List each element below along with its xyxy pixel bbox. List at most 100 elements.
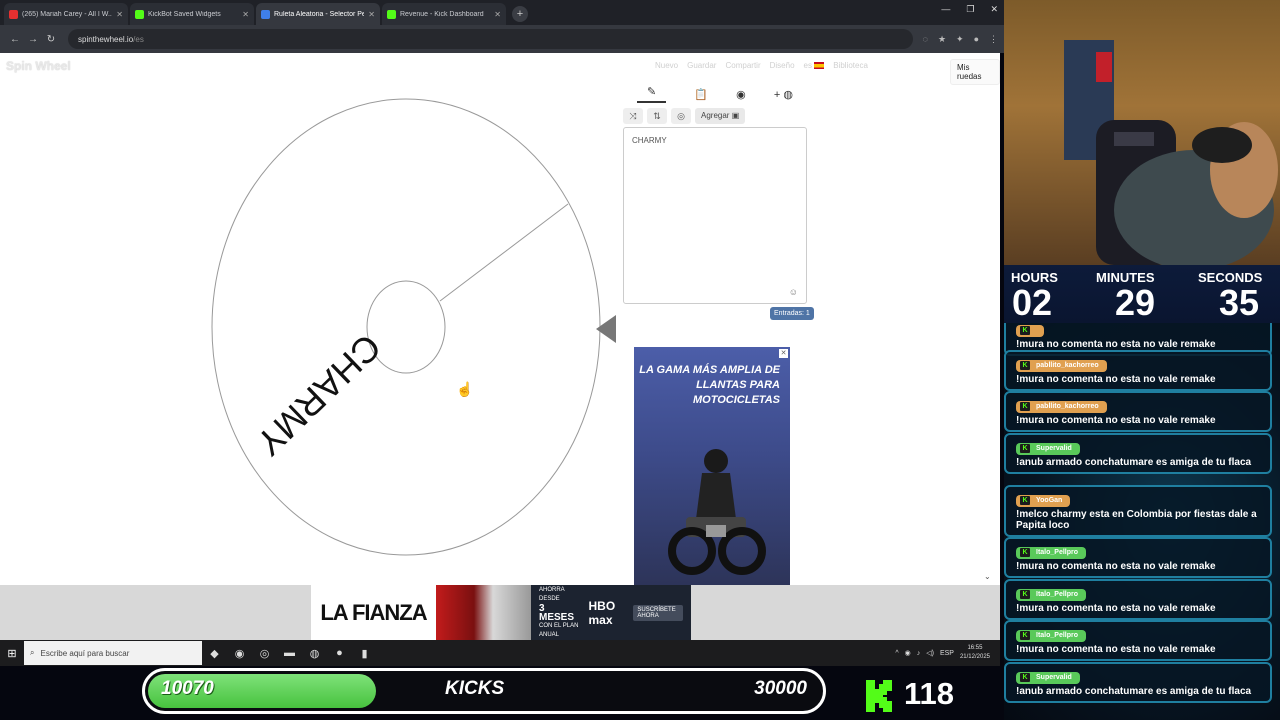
tab-title: (265) Mariah Carey - All I W... [22,10,113,18]
chat-username: Supervalid [1036,445,1072,452]
eye-off-icon[interactable]: ◌ [923,34,928,44]
search-placeholder: Escribe aquí para buscar [40,648,130,658]
spin-wheel[interactable]: CHARMY ☝ [210,98,602,558]
scroll-down-icon[interactable]: ⌄ [984,572,991,581]
close-tab-icon[interactable]: ✕ [116,10,123,19]
volume-icon[interactable]: ◁) [926,649,934,657]
menu-design[interactable]: Diseño [770,61,795,70]
kick-badge-icon: K [1020,444,1030,453]
my-wheels-button[interactable]: Mis ruedas [950,59,1000,85]
tab-kickbot[interactable]: KickBot Saved Widgets ✕ [130,3,254,25]
restore-icon[interactable]: ❐ [966,4,974,15]
tray-chevron-icon[interactable]: ^ [895,650,898,657]
close-tab-icon[interactable]: ✕ [494,10,501,19]
kick-badge-icon: K [1020,548,1030,557]
add-button[interactable]: Agregar ▣ [695,108,746,124]
sort-icon[interactable]: ⇅ [647,108,667,124]
wheel-icon [261,9,270,19]
entry-text: CHARMY [632,136,667,145]
kick-badge-icon: K [1020,496,1030,505]
app-icon-2[interactable]: ◉ [227,647,252,660]
hbo-banner-ad[interactable]: LA FIANZA AHORRA DESDE 3 MESES CON EL PL… [311,585,691,640]
app-icon-6[interactable]: ● [327,647,352,659]
back-icon[interactable]: ← [6,34,24,45]
menu-new[interactable]: Nuevo [655,61,678,70]
spain-flag-icon [814,62,825,70]
chat-text: !mura no comenta no esta no vale remake [1016,338,1216,350]
add-button-label: Agregar [701,111,730,120]
language-indicator[interactable]: ESP [940,650,954,657]
chat-text: !mura no comenta no esta no vale remake [1016,560,1216,572]
chat-username-badge: Kpabllito_kachorreo [1016,359,1107,372]
clipboard-icon[interactable]: 📋 [694,88,708,101]
url-field[interactable]: spinthewheel.io/es [68,29,913,49]
kicks-label: KICKS [445,678,505,699]
extensions-icon[interactable]: ✦ [956,34,964,45]
app-icon-7[interactable]: ▮ [352,647,377,660]
kick-badge-icon: K [1020,590,1030,599]
add-color-icon[interactable]: + ◍ [774,88,793,101]
eye-off-icon[interactable]: ◉ [736,88,746,101]
kicks-current: 10070 [161,678,214,699]
profile-icon[interactable]: ● [974,34,979,44]
tab-title: Revenue - Kick Dashboard [400,10,484,18]
promo-top: AHORRA DESDE [539,586,565,602]
menu-share[interactable]: Compartir [725,61,760,70]
app-icon-3[interactable]: ◎ [252,647,277,660]
chrome-icon[interactable]: ◍ [302,647,327,660]
clock[interactable]: 16:55 21/12/2025 [960,644,990,662]
chat-overlay: K !mura no comenta no esta no vale remake… [1004,323,1280,720]
tab-youtube[interactable]: (265) Mariah Carey - All I W... ✕ [4,3,128,25]
subscribe-button[interactable]: SUSCRÍBETE AHORA [633,604,684,621]
close-tab-icon[interactable]: ✕ [242,10,249,19]
banner-promo: AHORRA DESDE 3 MESES CON EL PLAN ANUAL H… [531,585,691,640]
chat-username: Supervalid [1036,674,1072,681]
shuffle-icon[interactable]: ⤨ [623,108,643,124]
menu-save[interactable]: Guardar [687,61,716,70]
tab-kick-dashboard[interactable]: Revenue - Kick Dashboard ✕ [382,3,506,25]
wheel-pointer [596,315,616,343]
web-page: Spin Wheel Nuevo Guardar Compartir Diseñ… [0,53,1000,585]
chat-username: Italo_Pellpro [1036,632,1079,639]
new-tab-button[interactable]: + [512,6,528,22]
tab-ruleta[interactable]: Ruleta Aleatoria - Selector Pers...✕ [256,3,380,25]
forward-icon[interactable]: → [24,34,42,45]
chat-text: !melco charmy esta en Colombia por fiest… [1016,508,1257,531]
chat-username-badge: K [1016,324,1044,337]
close-window-icon[interactable]: ✕ [990,4,998,15]
app-icon-1[interactable]: ◆ [202,647,227,660]
menu-library[interactable]: Biblioteca [833,61,868,70]
chat-username-badge: K Italo_Pellpro [1016,546,1087,559]
menu-language[interactable]: es [804,61,825,70]
reload-icon[interactable]: ↻ [42,34,60,45]
star-icon[interactable]: ★ [938,34,946,45]
tires-ad[interactable]: ✕ LA GAMA MÁS AMPLIA DE LLANTAS PARA MOT… [634,347,790,585]
minimize-icon[interactable]: — [941,4,950,15]
taskbar-search[interactable]: ⌕ Escribe aquí para buscar [24,641,202,665]
tray-app-icon[interactable]: ◉ [905,649,911,657]
microphone-icon[interactable]: ♪ [917,650,921,657]
tab-title: KickBot Saved Widgets [148,10,221,18]
close-tab-icon[interactable]: ✕ [368,10,375,19]
url-host: spinthewheel.io [78,34,134,44]
palette-icon[interactable]: ◎ [671,108,691,124]
pencil-icon[interactable]: ✎ [637,85,667,103]
promo-big: 3 MESES [539,602,575,623]
ad-close-icon[interactable]: ✕ [779,349,788,358]
entries-textarea[interactable]: CHARMY ☺ [623,127,807,304]
chat-username: pabllito_kachorreo [1036,362,1099,369]
emoji-icon[interactable]: ☺ [789,287,798,297]
chat-message: Kpabllito_kachorreo !mura no comenta no e… [1004,350,1272,391]
chat-text: !mura no comenta no esta no vale remake [1016,373,1216,385]
top-menu: Nuevo Guardar Compartir Diseño es Biblio… [655,61,868,70]
menu-icon[interactable]: ⋮ [989,34,998,45]
windows-start-icon[interactable]: ⊞ [0,647,24,660]
logo[interactable]: Spin Wheel [6,59,71,73]
kick-badge-icon: K [1020,631,1030,640]
language-code: es [803,61,812,70]
hours-value: 02 [1012,282,1053,323]
hbo-max-logo: HBO max [588,598,616,627]
banner-title: LA FIANZA [311,585,436,640]
folder-icon[interactable]: ▬ [277,647,302,659]
chat-username-badge: K Italo_Pellpro [1016,629,1087,642]
